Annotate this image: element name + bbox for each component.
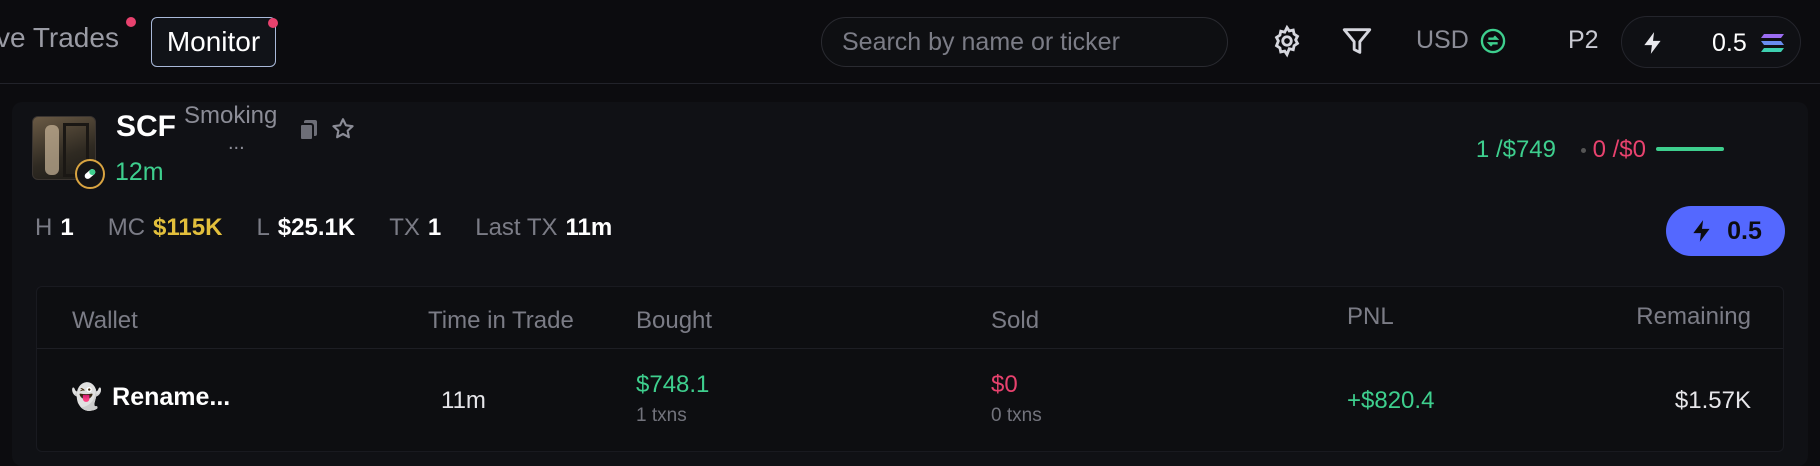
header-pnl: PNL: [1347, 303, 1394, 330]
token-stats: H 1 MC $115K L $25.1K TX 1 Last TX 11m: [35, 214, 646, 242]
bought-txns: 1 txns: [636, 405, 687, 426]
buys-summary: 1 /$749: [1475, 136, 1556, 163]
quick-buy-amount-input[interactable]: 0.5: [1621, 16, 1801, 68]
stat-transactions-value: 1: [427, 214, 442, 241]
lightning-icon: [1644, 32, 1661, 54]
solana-icon: [1761, 34, 1784, 52]
pill-platform-icon: [75, 159, 105, 189]
bought-cell: $748.1 1 txns: [636, 371, 709, 427]
token-name: Smoking: [184, 102, 278, 129]
tab-live-trades-notification-dot: [126, 17, 136, 27]
stat-liquidity-value: $25.1K: [277, 214, 356, 241]
header-sold: Sold: [991, 307, 1040, 334]
wallet-ghost-emoji-icon: 👻: [71, 383, 103, 411]
copy-address-icon[interactable]: [298, 118, 320, 142]
currency-label: USD: [1416, 26, 1469, 54]
sold-amount: $0: [991, 371, 1018, 398]
stat-liquidity-label: L: [256, 214, 270, 241]
quick-buy-button-amount: 0.5: [1727, 216, 1762, 245]
sells-summary: 0 /$0: [1592, 136, 1646, 163]
token-age: 12m: [115, 158, 164, 186]
header-time-in-trade: Time in Trade: [428, 307, 574, 334]
currency-swap-icon: [1480, 28, 1506, 53]
remaining-cell: $1.57K: [1674, 387, 1751, 414]
quick-buy-button[interactable]: 0.5: [1666, 206, 1785, 256]
token-monitor-card: SCF Smoking ... 12m 1 /$749 0 /$0 H 1 MC…: [12, 102, 1808, 466]
stat-holders: H 1: [35, 214, 74, 242]
stat-last-tx-value: 11m: [565, 214, 613, 241]
lightning-icon: [1693, 220, 1710, 242]
tab-live-trades[interactable]: ve Trades: [0, 22, 119, 54]
bought-amount: $748.1: [636, 371, 710, 398]
tab-monitor[interactable]: Monitor: [151, 17, 276, 67]
search-input[interactable]: Search by name or ticker: [821, 17, 1228, 67]
time-in-trade-cell: 11m: [441, 387, 486, 414]
stat-last-tx: Last TX 11m: [475, 214, 612, 242]
settings-gear-icon[interactable]: [1270, 24, 1304, 58]
stat-transactions-label: TX: [389, 214, 420, 241]
header-bought: Bought: [636, 307, 713, 334]
stat-market-cap-value: $115K: [153, 214, 223, 241]
stat-holders-value: 1: [60, 214, 74, 241]
stat-market-cap: MC $115K: [108, 214, 223, 242]
header-wallet: Wallet: [72, 307, 138, 334]
avatar-figure: [45, 125, 59, 175]
trades-table: Wallet Time in Trade Bought Sold PNL Rem…: [36, 286, 1784, 452]
preset-selector[interactable]: P2: [1568, 26, 1599, 55]
buy-sell-ratio-bar: [1656, 147, 1724, 151]
table-row[interactable]: 👻 Rename... 11m $748.1 1 txns $0 0 txns …: [37, 349, 1783, 453]
summary-separator-dot: [1581, 148, 1586, 153]
wallet-cell[interactable]: 👻 Rename...: [71, 383, 230, 412]
sold-cell: $0 0 txns: [991, 371, 1042, 427]
stat-market-cap-label: MC: [107, 214, 146, 241]
search-placeholder: Search by name or ticker: [842, 27, 1120, 56]
header-remaining: Remaining: [1636, 303, 1751, 330]
filter-icon[interactable]: [1340, 24, 1374, 58]
top-bar: ve Trades Monitor Search by name or tick…: [0, 0, 1820, 84]
currency-selector[interactable]: USD: [1416, 26, 1507, 55]
token-ticker: SCF: [116, 110, 176, 143]
stat-transactions: TX 1: [389, 214, 441, 242]
stat-holders-label: H: [35, 214, 53, 241]
tab-monitor-notification-dot: [268, 18, 278, 28]
wallet-name: Rename...: [112, 383, 231, 411]
table-header: Wallet Time in Trade Bought Sold PNL Rem…: [37, 287, 1783, 349]
stat-last-tx-label: Last TX: [475, 214, 558, 241]
stat-liquidity: L $25.1K: [256, 214, 355, 242]
sold-txns: 0 txns: [991, 405, 1042, 426]
token-name-overflow: ...: [228, 132, 245, 154]
pnl-cell: +$820.4: [1347, 387, 1435, 414]
quick-buy-amount: 0.5: [1712, 29, 1747, 57]
favorite-star-icon[interactable]: [330, 116, 356, 142]
